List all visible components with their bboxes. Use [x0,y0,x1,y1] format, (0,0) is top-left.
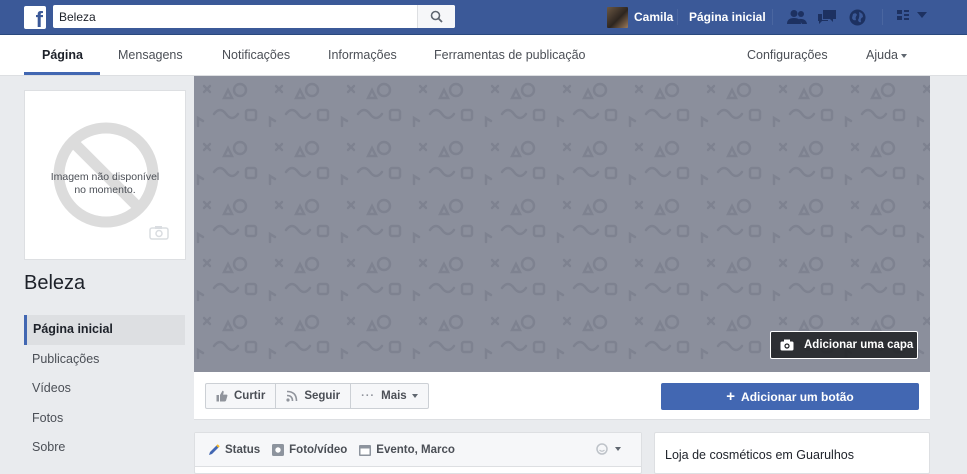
profile-link[interactable]: Camila [607,6,673,28]
chevron-down-icon[interactable] [916,9,928,23]
sidebar-item-posts[interactable]: Publicações [24,345,185,375]
rss-icon [286,390,298,402]
help-label: Ajuda [866,48,898,62]
page-description: Loja de cosméticos em Guarulhos [665,448,854,462]
follow-label: Seguir [304,390,341,402]
chevron-down-icon [411,394,418,398]
divider [677,9,678,25]
smiley-icon [596,443,608,455]
chevron-down-icon [615,447,621,451]
no-image-text: Imagem não disponível no momento. [29,171,181,197]
search-input[interactable] [53,5,413,28]
composer-tab-status[interactable]: Status [207,443,260,457]
help-menu[interactable]: Ajuda [866,35,907,76]
sidebar-item-photos[interactable]: Fotos [24,404,185,434]
pencil-icon [207,443,221,457]
about-card: Loja de cosméticos em Guarulhos [654,432,930,474]
composer-options[interactable] [596,443,621,455]
cover-photo-area[interactable] [194,76,930,372]
status-label: Status [225,443,261,456]
active-tab-indicator [24,72,100,75]
sidebar-item-home[interactable]: Página inicial [24,315,185,345]
globe-notifications-icon[interactable] [846,7,868,27]
like-button[interactable]: Curtir [206,384,277,408]
tab-notifications[interactable]: Notificações [222,35,290,76]
profile-name: Camila [634,10,674,24]
like-label: Curtir [234,390,266,402]
camera-icon [780,339,794,351]
page-management-nav: Página Mensagens Notificações Informaçõe… [0,35,967,76]
tab-page[interactable]: Página [42,35,83,76]
post-composer: Status Foto/vídeo Evento, Marco [194,432,642,474]
add-cover-label: Adicionar uma capa [804,339,914,351]
divider [772,9,773,25]
lock-icon[interactable] [896,7,910,24]
divider [882,9,883,25]
composer-tab-photo-video[interactable]: Foto/vídeo [271,443,347,457]
update-photo-camera-icon[interactable] [149,225,169,243]
home-link[interactable]: Página inicial [689,10,766,24]
profile-picture-placeholder: Imagem não disponível no momento. [29,95,181,255]
sidebar-item-videos[interactable]: Vídeos [24,374,185,404]
photo-icon [271,443,285,457]
follow-button[interactable]: Seguir [276,384,352,408]
sidebar-item-about[interactable]: Sobre [24,433,185,463]
tab-insights[interactable]: Informações [328,35,397,76]
ellipsis-icon: ··· [361,390,376,402]
tab-publishing-tools[interactable]: Ferramentas de publicação [434,35,585,76]
add-cover-button[interactable]: Adicionar uma capa [770,331,918,359]
photo-video-label: Foto/vídeo [289,443,348,456]
more-button[interactable]: ··· Mais [351,384,428,408]
plus-icon: + [726,388,736,405]
avatar [607,6,628,28]
more-label: Mais [381,390,407,402]
friend-requests-icon[interactable] [786,7,808,27]
account-tools [896,7,928,24]
tab-messages[interactable]: Mensagens [118,35,183,76]
messages-icon[interactable] [816,7,838,27]
facebook-logo-icon[interactable]: f [24,6,46,31]
add-button-label: Adicionar um botão [741,389,854,404]
cover-pattern [194,76,930,372]
top-navigation-bar: f Camila Página inicial [0,0,967,35]
search-icon [430,10,443,23]
search-box [53,5,455,28]
thumbs-up-icon [216,390,228,402]
settings-link[interactable]: Configurações [747,35,828,76]
event-label: Evento, Marco [376,443,455,456]
page-title: Beleza [24,272,86,294]
composer-tab-event[interactable]: Evento, Marco [358,443,455,457]
search-button[interactable] [417,5,455,28]
page-actions-group: Curtir Seguir ··· Mais [205,383,429,409]
chevron-down-icon [900,53,907,58]
notification-icons [786,7,868,27]
no-image-line: no momento. [74,184,136,196]
no-image-line: Imagem não disponível [50,171,160,183]
page-sidebar-nav: Página inicial Publicações Vídeos Fotos … [24,315,185,463]
calendar-icon [358,443,372,457]
profile-picture[interactable]: Imagem não disponível no momento. [24,90,186,260]
composer-tabs: Status Foto/vídeo Evento, Marco [195,433,641,467]
add-button-cta[interactable]: + Adicionar um botão [661,383,919,410]
